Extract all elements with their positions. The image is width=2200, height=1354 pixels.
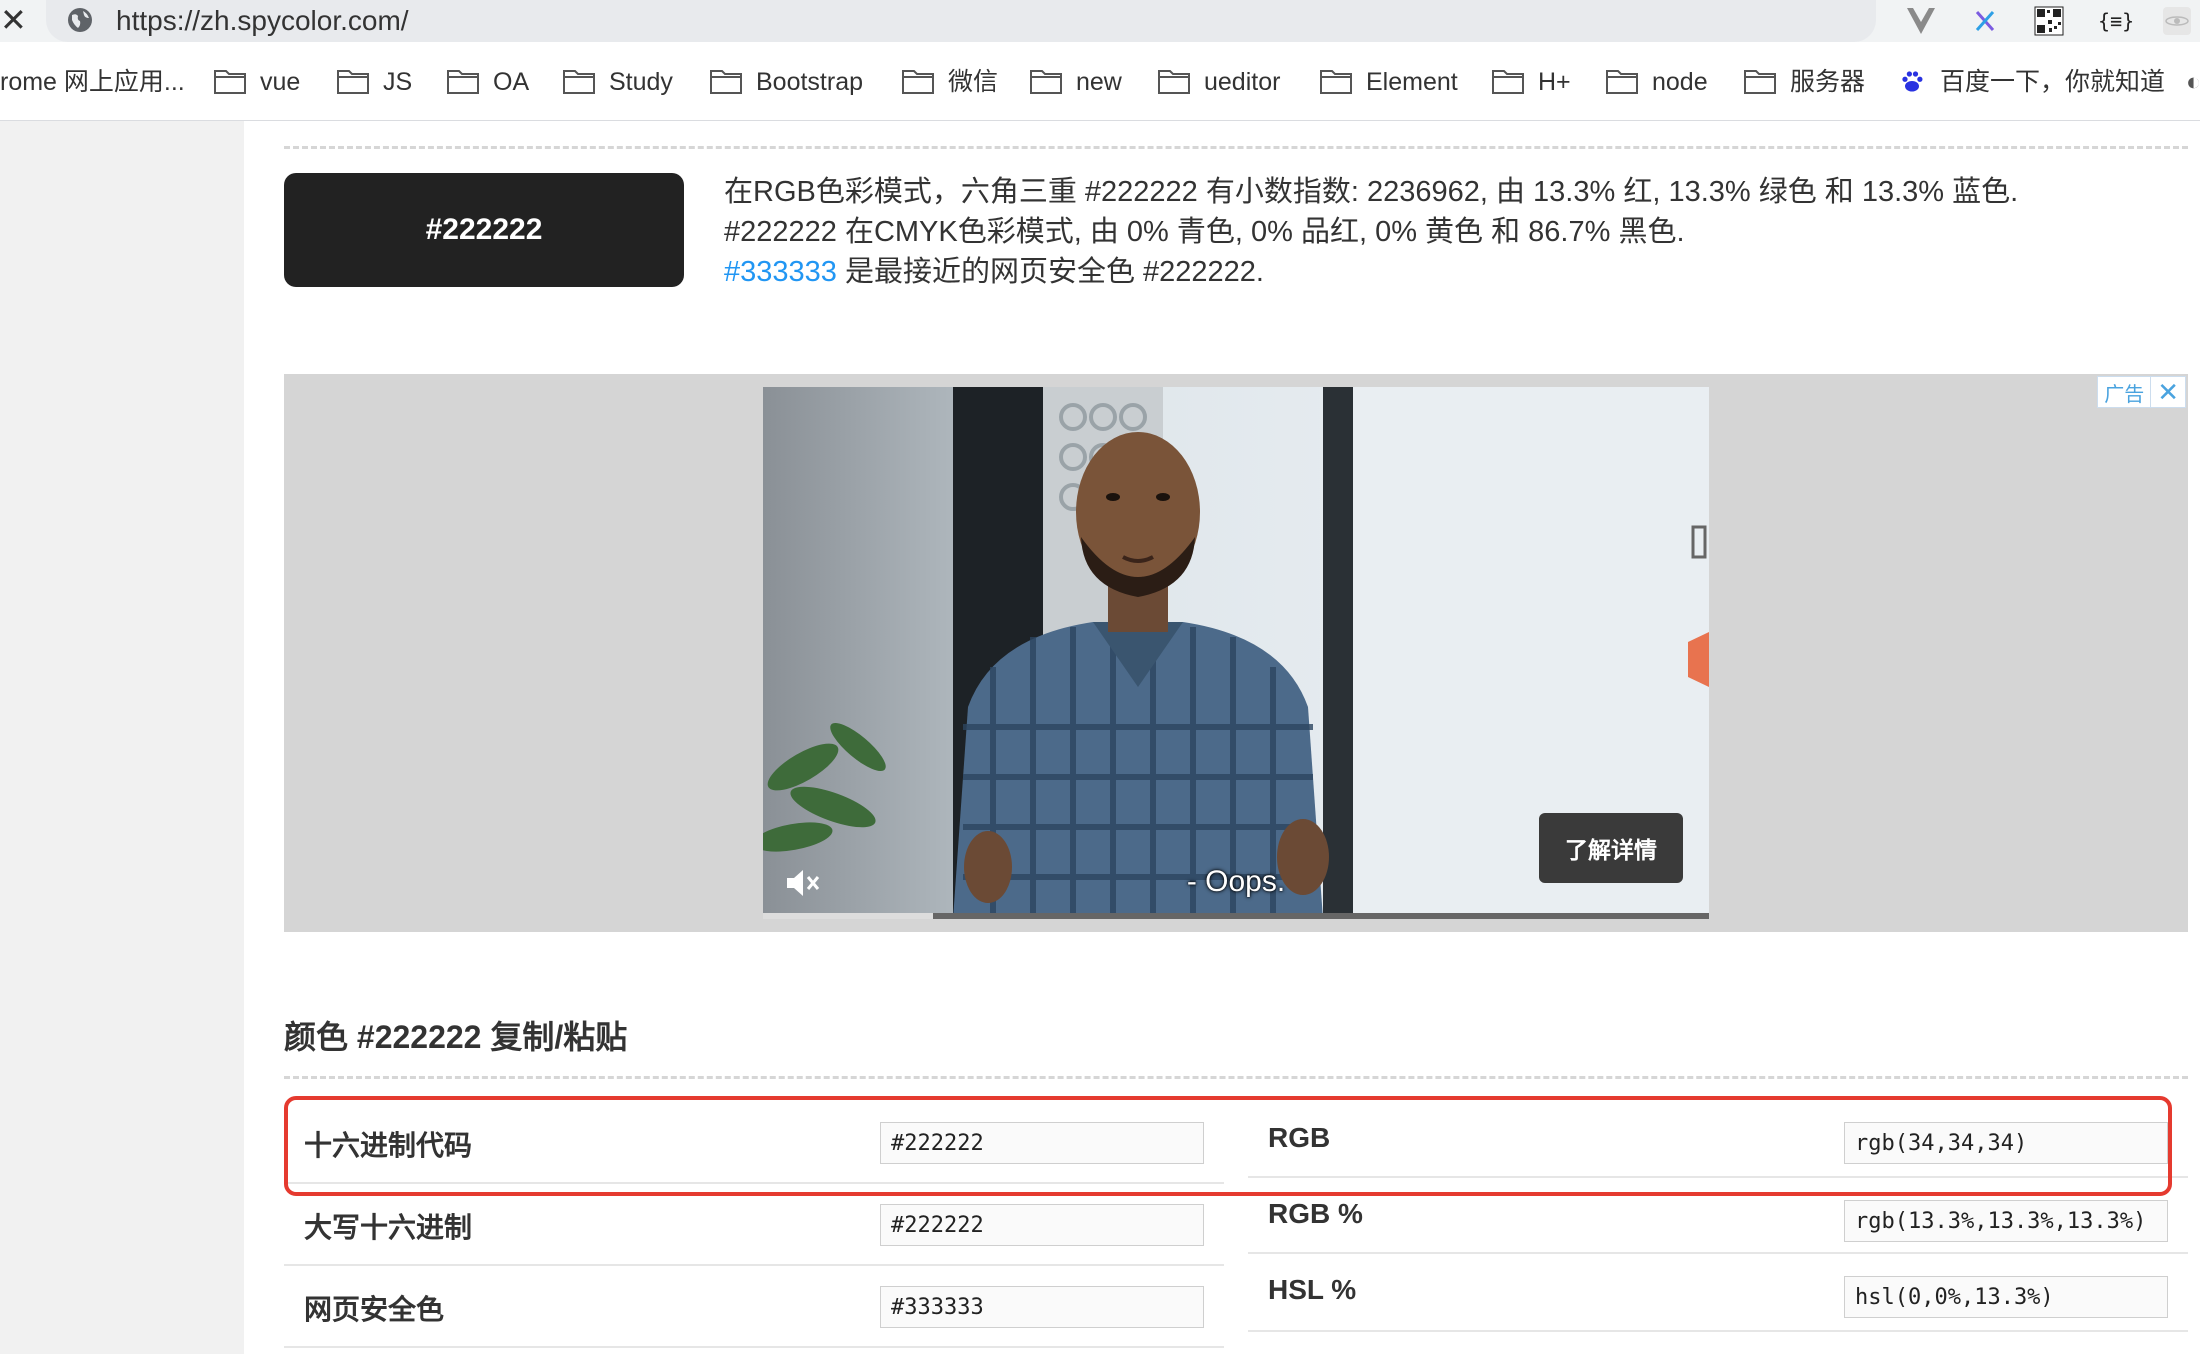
websafe-description: #333333 是最接近的网页安全色 #222222. [724,256,1264,288]
rgb-percent-label: RGB % [1268,1198,1363,1229]
websafe-label: 网页安全色 [304,1294,445,1325]
folder-icon [710,70,742,95]
browser-toolbar: ✕ https://zh.spycolor.com/ {≡} [0,0,2200,42]
globe-icon[interactable]: ◐ [2186,62,2200,102]
uppercase-hex-field[interactable]: #222222 [880,1204,1204,1246]
hsl-percent-field[interactable]: hsl(0,0%,13.3%) [1844,1276,2168,1318]
websafe-color-link[interactable]: #333333 [724,256,837,288]
globe-icon [68,8,92,32]
bookmark-vue[interactable]: vue [214,62,300,102]
row-divider [284,1264,1224,1266]
x-extension-icon[interactable] [1968,4,2002,38]
cmyk-description: #222222 在CMYK色彩模式, 由 0% 青色, 0% 品红, 0% 黄色… [724,216,1685,248]
highlight-box [284,1096,2172,1196]
folder-icon [1606,70,1638,95]
websafe-field[interactable]: #333333 [880,1286,1204,1328]
close-icon[interactable]: ✕ [0,2,30,38]
bookmark-hplus[interactable]: H+ [1492,62,1571,102]
folder-icon [447,70,479,95]
ad-banner: 广告 ✕ - Oops. 了解详情 [284,374,2188,932]
rgb-percent-field[interactable]: rgb(13.3%,13.3%,13.3%) [1844,1200,2168,1242]
video-progress-fill [763,913,934,919]
copy-section-title: 颜色 #222222 复制/粘贴 [284,1019,628,1055]
hsl-percent-label: HSL % [1268,1274,1357,1305]
folder-icon [1030,70,1062,95]
bookmark-js[interactable]: JS [337,62,412,102]
baidu-paw-icon [1902,71,1923,92]
color-swatch: #222222 [284,173,684,287]
vue-devtools-icon[interactable] [1904,4,1938,38]
address-bar[interactable]: https://zh.spycolor.com/ [46,0,1876,42]
bookmark-new[interactable]: new [1030,62,1122,102]
bookmark-bootstrap[interactable]: Bootstrap [710,62,863,102]
ad-label[interactable]: 广告 ✕ [2097,376,2186,408]
bookmark-element[interactable]: Element [1320,62,1458,102]
url-text: https://zh.spycolor.com/ [116,5,409,36]
rgb-description: 在RGB色彩模式，六角三重 #222222 有小数指数: 2236962, 由 … [724,176,2019,208]
bookmark-server[interactable]: 服务器 [1744,62,1865,102]
row-divider [1248,1330,2188,1332]
bookmark-wechat[interactable]: 微信 [902,62,998,102]
bookmark-oa[interactable]: OA [447,62,529,102]
bookmark-node[interactable]: node [1606,62,1708,102]
uppercase-hex-label: 大写十六进制 [304,1212,473,1243]
react-devtools-icon[interactable] [2160,4,2194,38]
bookmark-study[interactable]: Study [563,62,673,102]
bookmark-baidu[interactable]: 百度一下，你就知道 [1898,62,2165,102]
left-gutter [0,121,244,1354]
ad-video[interactable]: - Oops. 了解详情 [763,387,1709,919]
ad-close-icon[interactable]: ✕ [2150,376,2185,408]
divider [284,1076,2188,1079]
row-divider [284,1346,1224,1348]
bookmarks-bar: rome 网上应用... vue JS OA Study Bootstrap 微… [0,42,2200,121]
row-divider [1248,1252,2188,1254]
folder-icon [1158,70,1190,95]
bookmark-ueditor[interactable]: ueditor [1158,62,1280,102]
bookmark-chrome-apps[interactable]: rome 网上应用... [0,62,185,102]
folder-icon [1492,70,1524,95]
folder-icon [563,70,595,95]
json-viewer-icon[interactable]: {≡} [2098,4,2134,38]
swatch-label: #222222 [425,213,543,246]
folder-icon [214,70,246,95]
folder-icon [337,70,369,95]
qr-code-icon[interactable] [2032,4,2066,38]
divider [284,146,2188,149]
video-progress-bar[interactable] [763,913,1709,919]
folder-icon [1320,70,1352,95]
folder-icon [1744,70,1776,95]
folder-icon [902,70,934,95]
ad-label-text: 广告 [2104,383,2145,406]
learn-more-button[interactable]: 了解详情 [1539,813,1683,883]
color-description: 在RGB色彩模式，六角三重 #222222 有小数指数: 2236962, 由 … [724,172,2164,292]
